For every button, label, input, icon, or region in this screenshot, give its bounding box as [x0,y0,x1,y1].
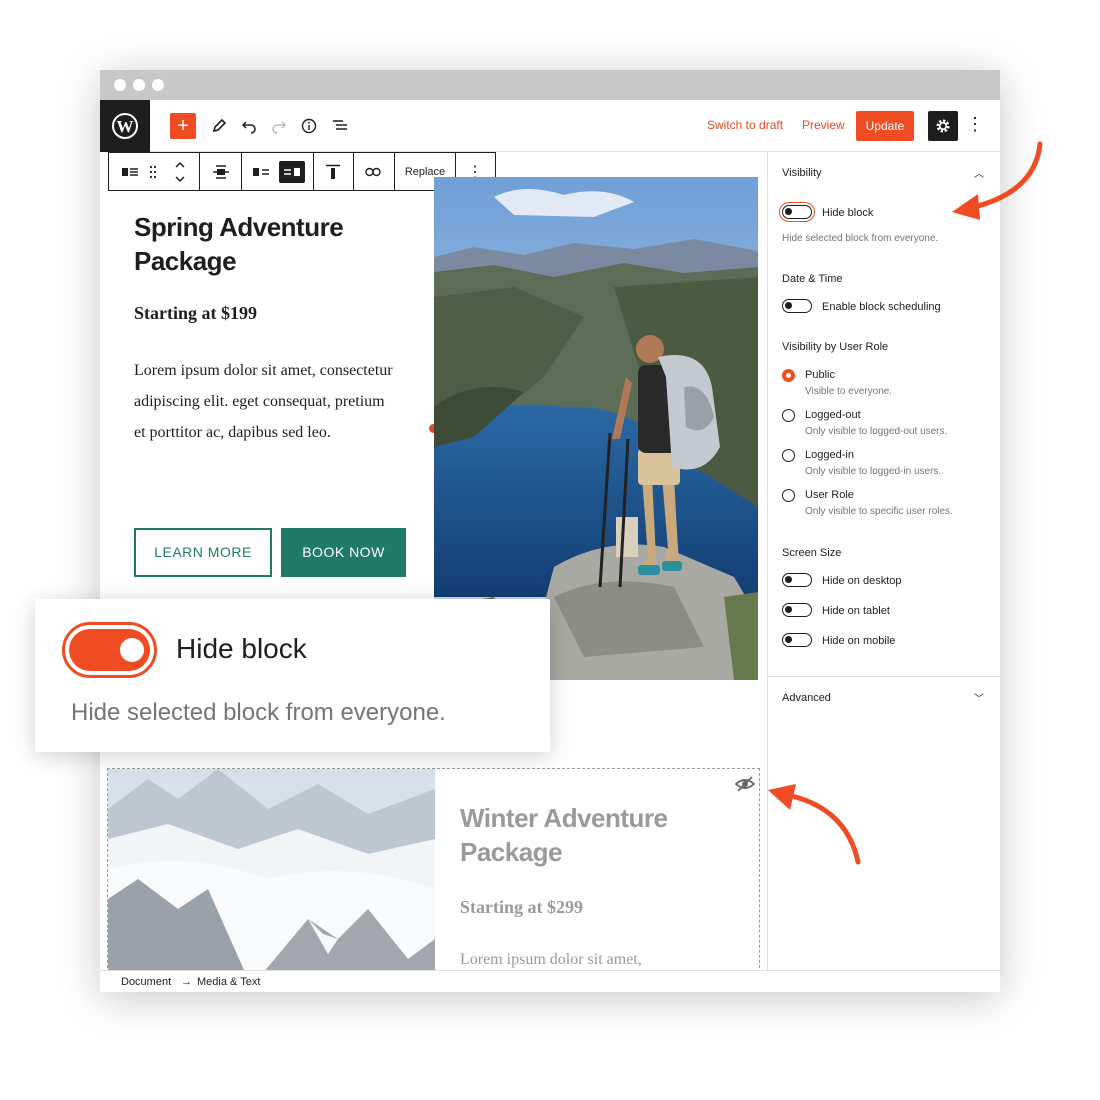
media-left-icon[interactable] [250,161,272,183]
role-label-user-role: User Role [805,489,854,501]
role-label-public: Public [805,369,835,381]
hide-block-callout: Hide block Hide selected block from ever… [35,599,550,752]
hide-block-label: Hide block [822,207,874,219]
link-icon[interactable] [362,161,384,183]
screen-size-heading: Screen Size [782,547,842,559]
role-radio-logged-out[interactable] [782,409,795,422]
user-role-heading: Visibility by User Role [782,341,889,353]
visibility-panel-title[interactable]: Visibility [782,167,822,179]
role-radio-user-role[interactable] [782,489,795,502]
date-time-heading: Date & Time [782,273,843,285]
vertical-align-top-icon[interactable] [322,161,344,183]
svg-text:W: W [117,117,134,136]
move-up-down-icon[interactable] [171,161,189,183]
editor-topbar: W + Switch to draft Preview Update ⋮ [100,100,1000,152]
list-view-icon[interactable] [328,114,352,138]
breadcrumb-document[interactable]: Document [121,976,171,988]
drag-handle-icon[interactable] [145,161,161,183]
role-help-logged-out: Only visible to logged-out users. [805,426,948,437]
role-label-logged-in: Logged-in [805,449,854,461]
role-help-logged-in: Only visible to logged-in users. [805,466,942,477]
undo-icon[interactable] [237,114,261,138]
chevron-down-icon[interactable]: ﹀ [974,690,984,705]
panel-divider [768,676,1000,677]
role-help-public: Visible to everyone. [805,386,893,397]
hidden-block-title[interactable]: Winter Adventure Package [460,801,720,869]
hide-block-help: Hide selected block from everyone. [782,233,939,244]
hidden-block-price[interactable]: Starting at $299 [460,897,583,918]
callout-label: Hide block [176,633,307,664]
hidden-media-text-block[interactable]: Winter Adventure Package Starting at $29… [107,768,760,978]
edit-pencil-icon[interactable] [207,114,231,138]
hide-tablet-label: Hide on tablet [822,605,890,617]
advanced-panel-title[interactable]: Advanced [782,692,831,704]
learn-more-button[interactable]: LEARN MORE [134,528,272,577]
window-titlebar [100,70,1000,100]
block-title[interactable]: Spring Adventure Package [134,210,384,278]
block-paragraph[interactable]: Lorem ipsum dolor sit amet, consectetur … [134,355,394,448]
hide-block-toggle-enlarged[interactable] [62,622,157,678]
mountain-photo [108,769,435,977]
switch-to-draft-link[interactable]: Switch to draft [707,118,783,132]
preview-link[interactable]: Preview [802,118,845,132]
role-help-user-role: Only visible to specific user roles. [805,506,953,517]
hide-tablet-toggle[interactable] [782,603,812,617]
block-scheduling-label: Enable block scheduling [822,301,941,313]
role-radio-logged-in[interactable] [782,449,795,462]
hide-mobile-toggle[interactable] [782,633,812,647]
info-icon[interactable] [297,114,321,138]
media-right-icon[interactable] [279,161,305,183]
book-now-button[interactable]: BOOK NOW [281,528,406,577]
more-options-kebab-icon[interactable]: ⋮ [966,114,984,135]
window-maximize-dot[interactable] [152,79,164,91]
block-price[interactable]: Starting at $199 [134,303,257,324]
annotation-arrow-bottom-icon [768,784,861,865]
role-label-logged-out: Logged-out [805,409,861,421]
settings-gear-icon[interactable] [928,111,958,141]
window-close-dot[interactable] [114,79,126,91]
window-minimize-dot[interactable] [133,79,145,91]
update-button[interactable]: Update [856,111,914,141]
wordpress-logo-icon[interactable]: W [100,100,150,152]
add-block-button[interactable]: + [170,113,196,139]
role-radio-public[interactable] [782,369,795,382]
hide-block-toggle[interactable] [782,205,812,219]
hide-desktop-toggle[interactable] [782,573,812,587]
media-text-block-icon[interactable] [119,161,141,183]
breadcrumb-media-text[interactable]: Media & Text [197,976,260,988]
hide-desktop-label: Hide on desktop [822,575,902,587]
redo-icon[interactable] [267,114,291,138]
hide-mobile-label: Hide on mobile [822,635,896,647]
annotation-arrow-top-icon [952,141,1043,220]
align-center-icon[interactable] [210,161,232,183]
hidden-eye-slash-icon [734,773,756,795]
callout-help: Hide selected block from everyone. [71,699,446,726]
hidden-block-paragraph[interactable]: Lorem ipsum dolor sit amet, [460,951,642,969]
breadcrumb-arrow-icon: → [181,976,192,988]
block-scheduling-toggle[interactable] [782,299,812,313]
breadcrumb: Document → Media & Text [100,970,1000,992]
